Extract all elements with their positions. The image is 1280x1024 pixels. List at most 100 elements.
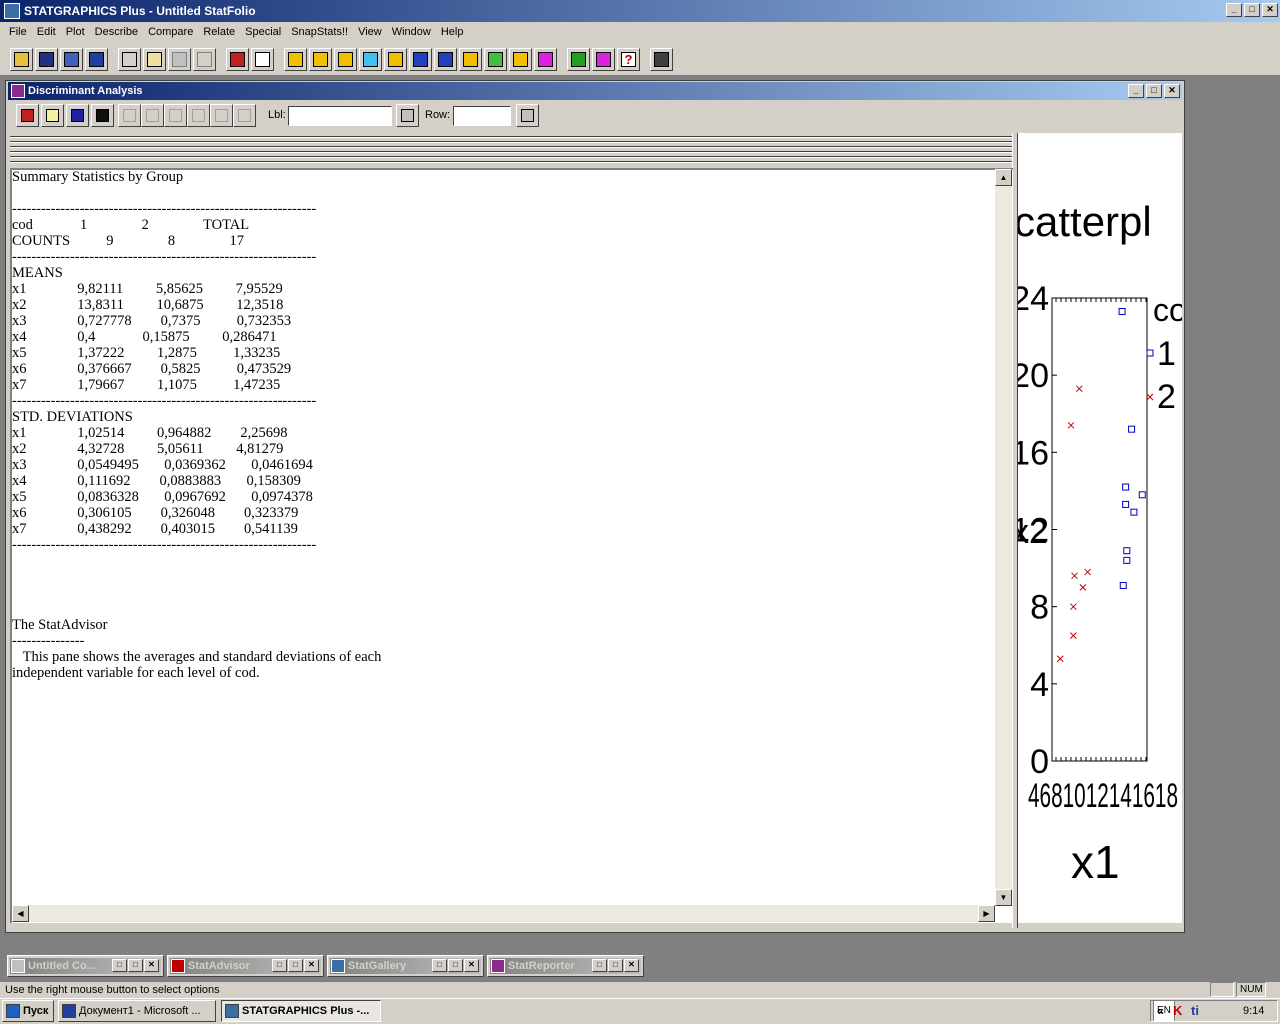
clock[interactable]: 9:14: [1243, 1005, 1264, 1017]
brush-button[interactable]: [187, 104, 210, 127]
graphs-button[interactable]: [91, 104, 114, 127]
child-maximize-button[interactable]: □: [1146, 84, 1162, 98]
copy-button[interactable]: [143, 48, 166, 71]
text-line: x2 4,32728 5,05611 4,81279: [12, 441, 284, 457]
task-statgraphics[interactable]: STATGRAPHICS Plus -...: [221, 1000, 381, 1022]
locate-button[interactable]: [233, 104, 256, 127]
close-button[interactable]: ✕: [464, 959, 479, 972]
help-button[interactable]: ?: [617, 48, 640, 71]
wizard-button[interactable]: [592, 48, 615, 71]
menu-describe[interactable]: Describe: [90, 26, 143, 38]
minimized-statreporter-window[interactable]: StatReporter □ □ ✕: [487, 955, 644, 977]
child-minimize-button[interactable]: _: [1128, 84, 1144, 98]
text-line: x3 0,0549495 0,0369362 0,0461694: [12, 457, 313, 473]
cross-tab-button[interactable]: [359, 48, 382, 71]
scroll-up-button[interactable]: ▲: [995, 169, 1012, 186]
open-button[interactable]: [10, 48, 33, 71]
pane-splitter-horizontal[interactable]: [10, 133, 1013, 165]
app-title-bar[interactable]: STATGRAPHICS Plus - Untitled StatFolio _…: [0, 0, 1280, 22]
menu-special[interactable]: Special: [240, 26, 286, 38]
exclude-button[interactable]: [164, 104, 187, 127]
scroll-down-button[interactable]: ▼: [995, 889, 1012, 906]
menu-snapstats[interactable]: SnapStats!!: [286, 26, 353, 38]
scatterplot-pane[interactable]: catterpl co x2 0 4 8 12 16 20 24 1 2 468101214…: [1018, 133, 1182, 923]
statadvisor-button[interactable]: [567, 48, 590, 71]
task-word-document[interactable]: Документ1 - Microsoft ...: [58, 1000, 216, 1022]
menu-file[interactable]: File: [4, 26, 32, 38]
word-icon: [62, 1004, 76, 1018]
scatterplot-button[interactable]: [284, 48, 307, 71]
maximize-button[interactable]: □: [448, 959, 463, 972]
close-button[interactable]: ✕: [624, 959, 639, 972]
restore-button[interactable]: □: [592, 959, 607, 972]
glm-button[interactable]: [534, 48, 557, 71]
save-button[interactable]: [35, 48, 58, 71]
close-button[interactable]: ✕: [304, 959, 319, 972]
maximize-button[interactable]: □: [128, 959, 143, 972]
find-row-button[interactable]: [516, 104, 539, 127]
print-button[interactable]: [226, 48, 249, 71]
data-point-group-2: [1056, 655, 1064, 663]
close-button[interactable]: ✕: [144, 959, 159, 972]
statgraphics-app-icon[interactable]: [4, 3, 20, 19]
print-preview-button[interactable]: [251, 48, 274, 71]
app-maximize-button[interactable]: □: [1244, 3, 1260, 17]
undo-button[interactable]: [193, 48, 216, 71]
pane-options-button[interactable]: [141, 104, 164, 127]
normal-icon: [438, 52, 453, 67]
app-minimize-button[interactable]: _: [1226, 3, 1242, 17]
minimized-statadvisor-window[interactable]: StatAdvisor □ □ ✕: [167, 955, 324, 977]
summary-button[interactable]: [309, 48, 332, 71]
menu-plot[interactable]: Plot: [61, 26, 90, 38]
line-plot-button[interactable]: [459, 48, 482, 71]
menu-window[interactable]: Window: [387, 26, 436, 38]
start-button[interactable]: Пуск: [2, 1000, 54, 1022]
analysis-options-button[interactable]: [41, 104, 64, 127]
minimized-statgallery-window[interactable]: StatGallery □ □ ✕: [327, 955, 484, 977]
minimized-statfolio-window[interactable]: Untitled Co... □ □ ✕: [7, 955, 164, 977]
menu-compare[interactable]: Compare: [143, 26, 198, 38]
help-icon: ?: [621, 52, 636, 67]
menu-view[interactable]: View: [353, 26, 387, 38]
save-data-button[interactable]: [85, 48, 108, 71]
analysis-window-icon[interactable]: [11, 84, 25, 98]
restore-button[interactable]: □: [432, 959, 447, 972]
calculator-button[interactable]: [650, 48, 673, 71]
datasheet-button[interactable]: [60, 48, 83, 71]
input-dialog-button[interactable]: [16, 104, 39, 127]
menu-edit[interactable]: Edit: [32, 26, 61, 38]
xy-plot-button[interactable]: [384, 48, 407, 71]
tables-button[interactable]: [66, 104, 89, 127]
text-vertical-scrollbar[interactable]: ▲ ▼: [995, 169, 1012, 906]
tray-app-icon[interactable]: ti: [1191, 1003, 1199, 1018]
maximize-button[interactable]: □: [288, 959, 303, 972]
child-close-button[interactable]: ✕: [1164, 84, 1180, 98]
menu-relate[interactable]: Relate: [198, 26, 240, 38]
label-input[interactable]: [288, 106, 392, 126]
scroll-left-button[interactable]: ◀: [12, 905, 29, 922]
save-results-button[interactable]: [118, 104, 141, 127]
globe-button[interactable]: [484, 48, 507, 71]
app-close-button[interactable]: ✕: [1262, 3, 1278, 17]
time-series-button[interactable]: [409, 48, 432, 71]
menu-help[interactable]: Help: [436, 26, 469, 38]
task-word-label: Документ1 - Microsoft ...: [79, 1005, 201, 1017]
histogram-button[interactable]: [334, 48, 357, 71]
text-horizontal-scrollbar[interactable]: ◀ ▶: [12, 905, 995, 922]
scroll-right-button[interactable]: ▶: [978, 905, 995, 922]
paste-button[interactable]: [168, 48, 191, 71]
tray-expand-icon[interactable]: «: [1157, 1004, 1164, 1018]
maximize-button[interactable]: □: [608, 959, 623, 972]
distribution-button[interactable]: [434, 48, 457, 71]
text-line: x5 1,37222 1,2875 1,33235: [12, 345, 281, 361]
cut-button[interactable]: [118, 48, 141, 71]
row-input[interactable]: [453, 106, 511, 126]
child-title-bar[interactable]: Discriminant Analysis _ □ ✕: [8, 82, 1182, 100]
restore-button[interactable]: □: [112, 959, 127, 972]
kaspersky-icon[interactable]: K: [1173, 1003, 1182, 1018]
find-label-button[interactable]: [396, 104, 419, 127]
text-line: x1 1,02514 0,964882 2,25698: [12, 425, 288, 441]
identify-button[interactable]: [210, 104, 233, 127]
bars-button[interactable]: [509, 48, 532, 71]
restore-button[interactable]: □: [272, 959, 287, 972]
